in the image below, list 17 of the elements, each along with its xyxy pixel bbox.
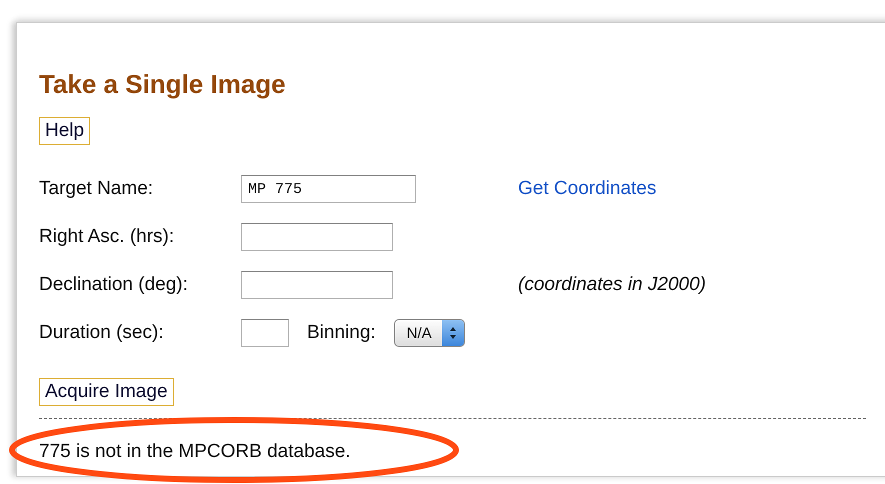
field-label: Duration (sec):: [39, 322, 164, 344]
input-field[interactable]: [241, 223, 393, 251]
help-button[interactable]: Help: [39, 117, 90, 145]
input-field[interactable]: [241, 271, 393, 299]
input-field[interactable]: MP 775: [241, 175, 416, 203]
page-title: Take a Single Image: [39, 69, 286, 99]
input-field[interactable]: [241, 319, 289, 347]
status-message: 775 is not in the MPCORB database.: [39, 441, 351, 463]
stepper-arrows-icon: [448, 326, 457, 340]
binning-label: Binning:: [307, 322, 376, 344]
field-label: Declination (deg):: [39, 274, 188, 296]
field-label: Right Asc. (hrs):: [39, 226, 174, 248]
coordinates-note: (coordinates in J2000): [518, 274, 706, 295]
acquire-image-button[interactable]: Acquire Image: [39, 378, 174, 406]
binning-select[interactable]: N/A: [394, 319, 465, 347]
field-label: Target Name:: [39, 178, 154, 200]
get-coordinates-link[interactable]: Get Coordinates: [518, 178, 656, 199]
